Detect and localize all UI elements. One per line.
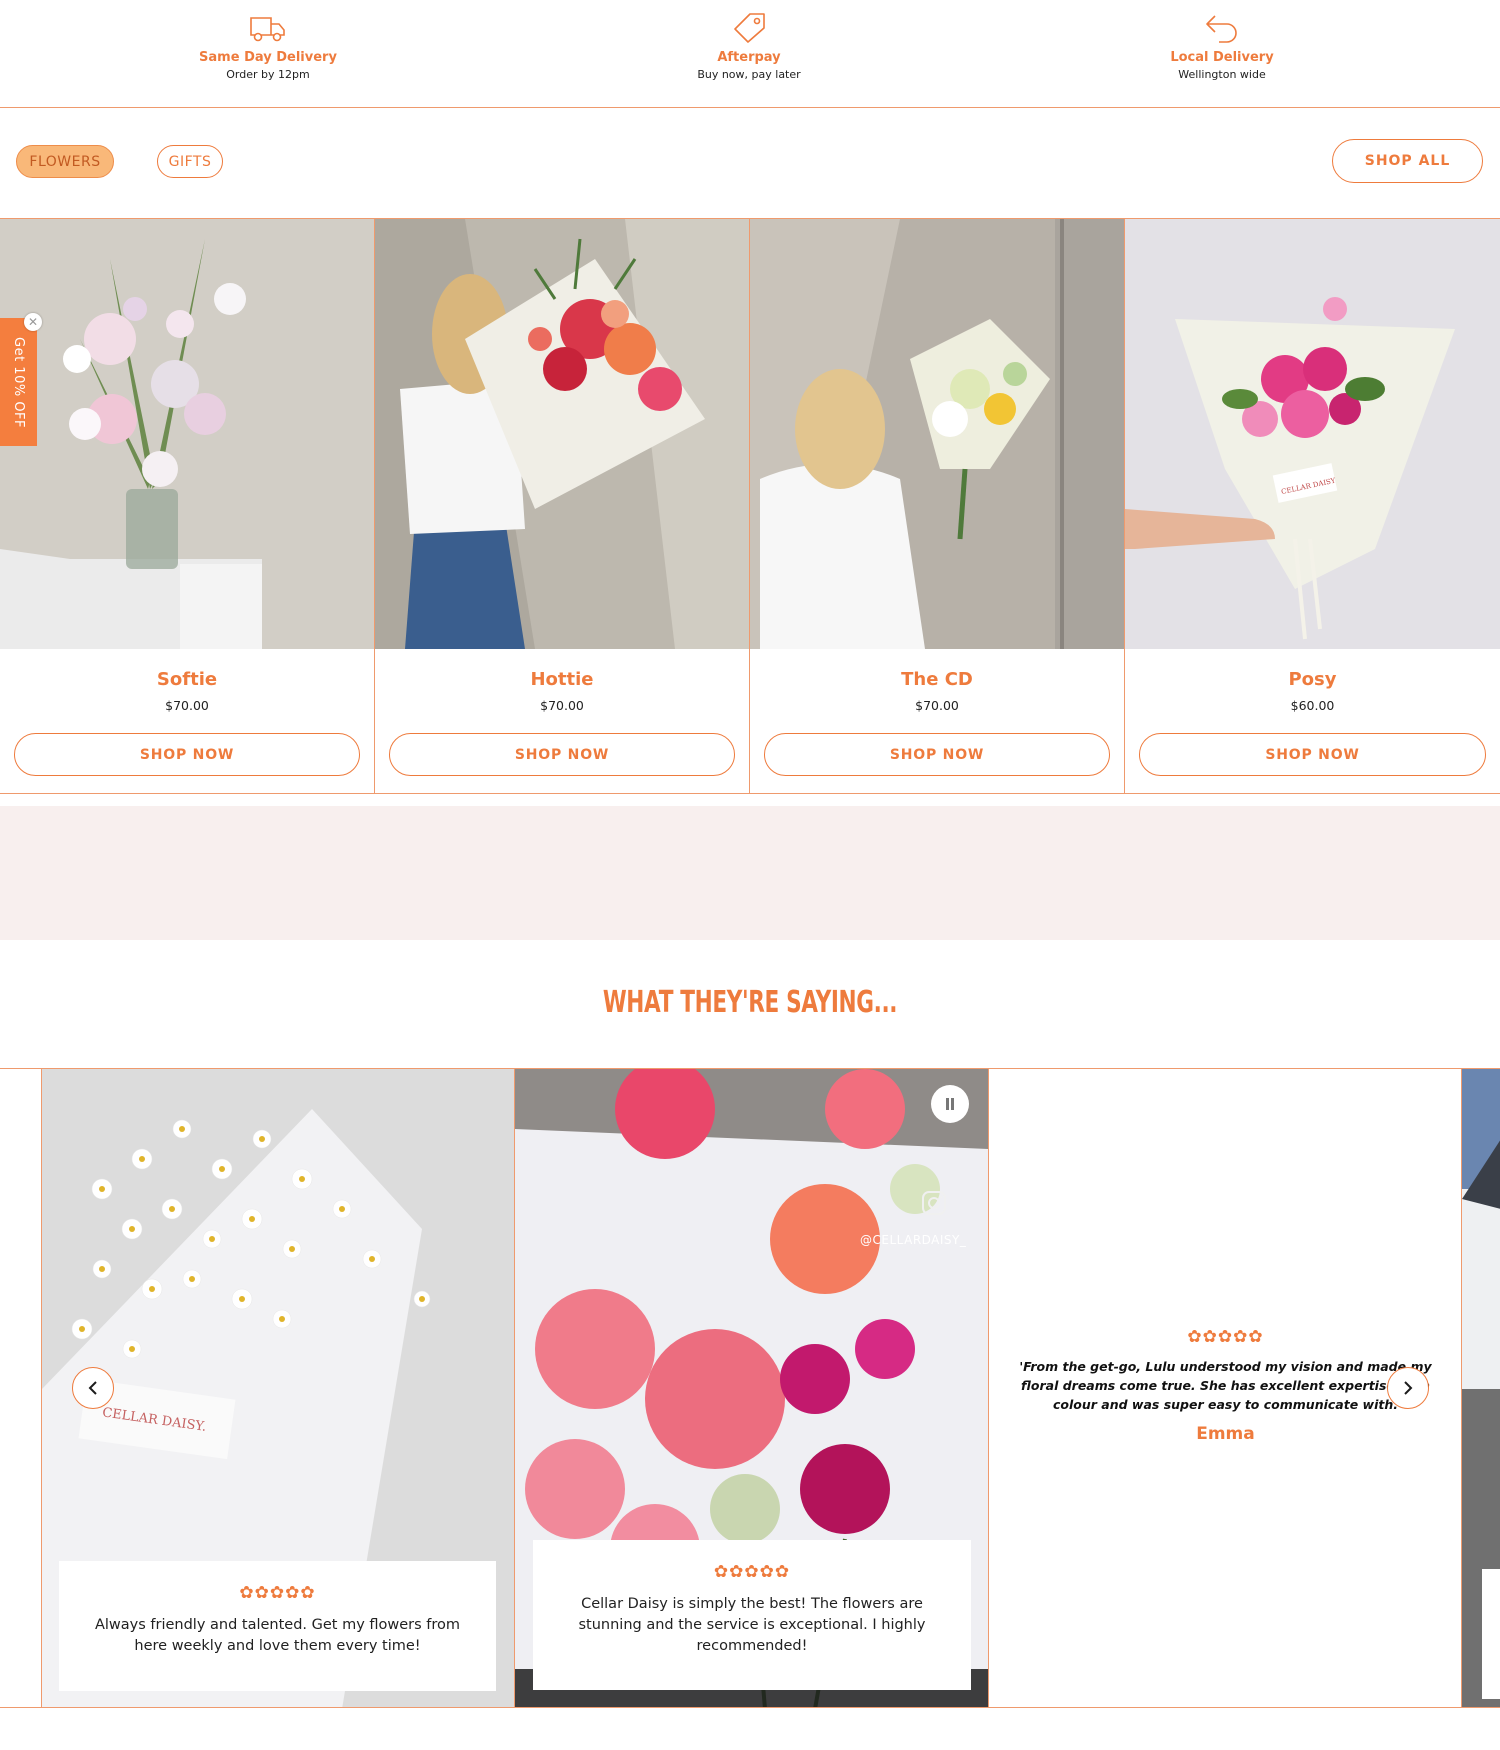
product-grid: Softie $70.00 SHOP NOW Hottie $70.00 SHO…	[0, 218, 1500, 794]
return-arrow-icon	[1206, 15, 1237, 43]
features-bar: Same Day Delivery Order by 12pm Afterpay…	[0, 0, 1500, 108]
product-name[interactable]: Hottie	[375, 669, 749, 690]
testimonials-carousel: CELLAR DAISY. ✿✿✿✿✿ Always friendly and …	[0, 1068, 1500, 1708]
product-name[interactable]: Posy	[1125, 669, 1500, 690]
product-price: $60.00	[1290, 698, 1335, 713]
instagram-icon	[921, 1190, 947, 1220]
testimonials-heading: WHAT THEY'RE SAYING...	[602, 985, 898, 1020]
feature-same-day-delivery: Same Day Delivery Order by 12pm	[148, 12, 388, 81]
testimonial-card: ✿✿✿✿✿ Cellar Daisy is simply the best! T…	[533, 1540, 971, 1690]
pink-band	[0, 806, 1500, 940]
testimonial-card: ✿✿✿✿✿ Always friendly and talented. Get …	[59, 1561, 496, 1691]
close-icon[interactable]: ✕	[24, 313, 42, 331]
shop-now-button[interactable]: SHOP NOW	[14, 733, 360, 776]
feature-subtitle: Wellington wide	[1178, 68, 1266, 81]
product-price: $70.00	[165, 698, 209, 713]
rating-stars: ✿✿✿✿✿	[239, 1583, 316, 1603]
shop-now-button[interactable]: SHOP NOW	[764, 733, 1110, 776]
feature-afterpay: Afterpay Buy now, pay later	[629, 12, 869, 81]
product-price: $70.00	[915, 698, 959, 713]
filter-flowers-tab[interactable]: FLOWERS	[16, 145, 114, 178]
testimonial-slide-partial	[1461, 1069, 1500, 1707]
tag-icon	[734, 13, 765, 43]
chevron-left-icon	[88, 1381, 97, 1395]
testimonial-text: Cellar Daisy is simply the best! The flo…	[578, 1596, 926, 1654]
product-image-posy[interactable]: CELLAR DAISY	[1125, 219, 1500, 649]
feature-local-delivery: Local Delivery Wellington wide	[1102, 12, 1342, 81]
product-card: CELLAR DAISY Posy $60.00 SHOP NOW	[1125, 219, 1500, 793]
reviewer-name: Emma	[1196, 1424, 1255, 1444]
truck-icon	[250, 17, 285, 42]
product-card: Softie $70.00 SHOP NOW	[0, 219, 375, 793]
shop-now-button[interactable]: SHOP NOW	[1139, 733, 1486, 776]
product-image-softie[interactable]	[0, 219, 374, 649]
discount-label: Get 10% OFF	[11, 336, 27, 428]
testimonial-quote: ✿✿✿✿✿ 'From the get-go, Lulu understood …	[1009, 1327, 1442, 1444]
carousel-next-button[interactable]	[1387, 1367, 1429, 1409]
product-name[interactable]: The CD	[750, 669, 1124, 690]
filter-gifts-tab[interactable]: GIFTS	[157, 145, 223, 178]
product-image-the-cd[interactable]	[750, 219, 1124, 649]
feature-title: Local Delivery	[1170, 50, 1274, 65]
rating-stars: ✿✿✿✿✿	[1187, 1327, 1264, 1347]
feature-title: Afterpay	[717, 50, 781, 65]
shop-now-button[interactable]: SHOP NOW	[389, 733, 735, 776]
pause-icon	[946, 1098, 954, 1110]
discount-tab[interactable]: Get 10% OFF	[0, 318, 37, 446]
product-card: Hottie $70.00 SHOP NOW	[375, 219, 750, 793]
feature-subtitle: Order by 12pm	[226, 68, 310, 81]
testimonial-slide: ✿✿✿✿✿ Cellar Daisy is simply the best! T…	[514, 1069, 988, 1707]
carousel-prev-button[interactable]	[72, 1367, 114, 1409]
feature-subtitle: Buy now, pay later	[697, 68, 801, 81]
product-card: The CD $70.00 SHOP NOW	[750, 219, 1125, 793]
chevron-right-icon	[1404, 1381, 1413, 1395]
rating-stars: ✿✿✿✿✿	[713, 1562, 791, 1582]
feature-title: Same Day Delivery	[199, 50, 337, 65]
product-name[interactable]: Softie	[0, 669, 374, 690]
product-price: $70.00	[540, 698, 584, 713]
instagram-handle: @CELLARDAISY_	[860, 1233, 967, 1247]
testimonial-text: Always friendly and talented. Get my flo…	[94, 1617, 461, 1654]
quote-text: 'From the get-go, Lulu understood my vis…	[1019, 1359, 1432, 1412]
product-image-hottie[interactable]	[375, 219, 749, 649]
video-pause-button[interactable]	[931, 1085, 969, 1123]
shop-all-button[interactable]: SHOP ALL	[1332, 139, 1483, 183]
